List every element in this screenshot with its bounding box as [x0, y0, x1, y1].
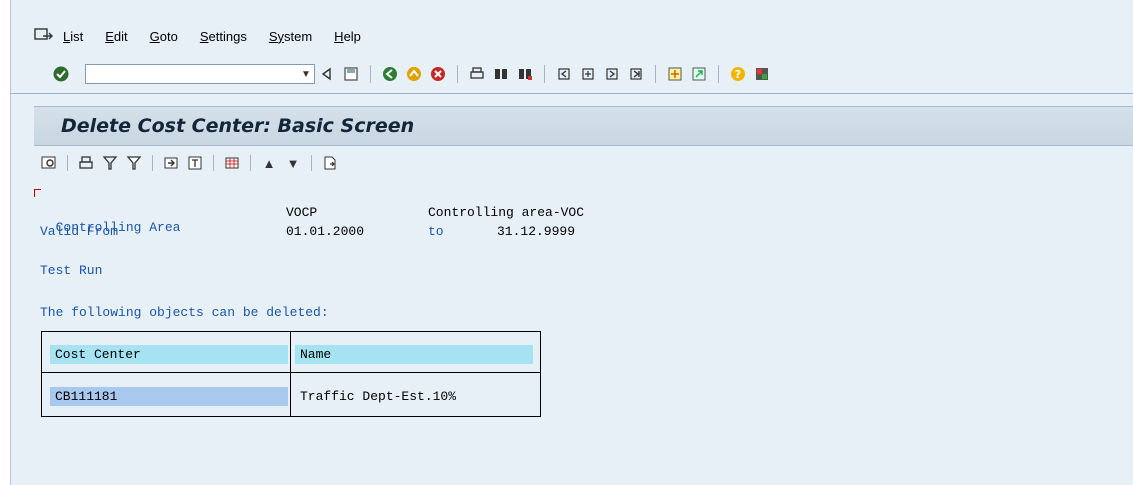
- valid-from-value: 01.01.2000: [286, 224, 365, 239]
- enter-icon[interactable]: [52, 65, 70, 83]
- toolbar-separator: [718, 65, 719, 83]
- objects-heading: The following objects can be deleted:: [40, 305, 329, 320]
- local-file-icon[interactable]: [186, 154, 204, 172]
- filter-icon[interactable]: [101, 154, 119, 172]
- print-icon[interactable]: [468, 65, 486, 83]
- layout-icon[interactable]: [753, 65, 771, 83]
- cursor-marker: [34, 189, 35, 197]
- menu-bar: List Edit Goto Settings System Help: [11, 22, 1133, 50]
- find-icon[interactable]: [492, 65, 510, 83]
- test-run-label: Test Run: [40, 263, 103, 278]
- find-next-icon[interactable]: [516, 65, 534, 83]
- back-icon[interactable]: [381, 65, 399, 83]
- table-cell-cost-center[interactable]: CB111181: [50, 387, 288, 406]
- chevron-down-icon[interactable]: ▼: [298, 65, 314, 83]
- menu-item-settings[interactable]: Settings: [200, 29, 247, 44]
- menu-item-goto[interactable]: Goto: [150, 29, 178, 44]
- valid-to-label: to: [428, 224, 444, 239]
- menu-item-list-label: ist: [70, 28, 84, 44]
- set-filter-icon[interactable]: [125, 154, 143, 172]
- table-cell-name[interactable]: Traffic Dept-Est.10%: [295, 387, 537, 406]
- toolbar-separator: [152, 155, 153, 171]
- page-title: Delete Cost Center: Basic Screen: [61, 115, 415, 137]
- command-input[interactable]: [86, 65, 298, 83]
- column-header-name[interactable]: Name: [295, 345, 533, 364]
- menu-item-edit-mnemonic: E: [105, 28, 114, 44]
- controlling-area-description: Controlling area-VOC: [428, 205, 585, 220]
- menu-item-edit-label: dit: [113, 28, 128, 44]
- controlling-area-value: VOCP: [286, 205, 318, 220]
- sort-descending-icon[interactable]: ▼: [284, 154, 302, 172]
- toolbar-separator: [67, 155, 68, 171]
- create-session-icon[interactable]: [666, 65, 684, 83]
- first-page-icon[interactable]: [555, 65, 573, 83]
- back-arrow-icon[interactable]: [318, 65, 336, 83]
- print-icon[interactable]: [77, 154, 95, 172]
- system-toolbar: ▼ ?: [11, 55, 1133, 94]
- cancel-icon[interactable]: [429, 65, 447, 83]
- title-bar: Delete Cost Center: Basic Screen: [34, 106, 1133, 146]
- menu-item-system-label: stem: [284, 28, 313, 44]
- exit-icon[interactable]: [405, 65, 423, 83]
- shortcut-icon[interactable]: [690, 65, 708, 83]
- column-icon[interactable]: [223, 154, 241, 172]
- valid-to-value: 31.12.9999: [497, 224, 576, 239]
- toolbar-separator: [457, 65, 458, 83]
- menu-item-help[interactable]: Help: [334, 29, 361, 44]
- toolbar-separator: [311, 155, 312, 171]
- valid-from-label: Valid From: [40, 224, 119, 239]
- last-page-icon[interactable]: [627, 65, 645, 83]
- menu-item-help-label: elp: [343, 28, 361, 44]
- export-icon[interactable]: [162, 154, 180, 172]
- sort-ascending-icon[interactable]: ▲: [260, 154, 278, 172]
- details-icon[interactable]: [40, 154, 58, 172]
- menu-item-settings-label: ettings: [208, 28, 247, 44]
- help-icon[interactable]: ?: [729, 65, 747, 83]
- toolbar-separator: [250, 155, 251, 171]
- menu-item-goto-label: oto: [159, 28, 178, 44]
- toolbar-separator: [655, 65, 656, 83]
- toolbar-separator: [544, 65, 545, 83]
- svg-text:?: ?: [735, 68, 741, 81]
- save-icon[interactable]: [342, 65, 360, 83]
- table-divider: [290, 332, 291, 416]
- command-field[interactable]: ▼: [85, 64, 315, 84]
- column-header-cost-center[interactable]: Cost Center: [50, 345, 288, 364]
- deletable-objects-table: Cost Center Name CB111181 Traffic Dept-E…: [41, 331, 541, 417]
- menu-item-system-mnemonic: Sy: [268, 28, 284, 44]
- application-toolbar: ▲ ▼: [34, 148, 1133, 178]
- menu-item-edit[interactable]: Edit: [105, 29, 127, 44]
- menu-item-help-mnemonic: H: [334, 28, 344, 44]
- next-page-icon[interactable]: [603, 65, 621, 83]
- spreadsheet-icon[interactable]: [321, 154, 339, 172]
- menu-item-list[interactable]: List: [63, 29, 83, 44]
- toolbar-separator: [370, 65, 371, 83]
- menu-item-settings-mnemonic: S: [199, 28, 209, 44]
- table-divider: [42, 372, 540, 373]
- menu-shortcut-icon[interactable]: [34, 28, 54, 44]
- menu-item-goto-mnemonic: G: [149, 28, 160, 44]
- previous-page-icon[interactable]: [579, 65, 597, 83]
- cursor-marker: [34, 189, 41, 190]
- menu-item-system[interactable]: System: [269, 29, 312, 44]
- toolbar-separator: [213, 155, 214, 171]
